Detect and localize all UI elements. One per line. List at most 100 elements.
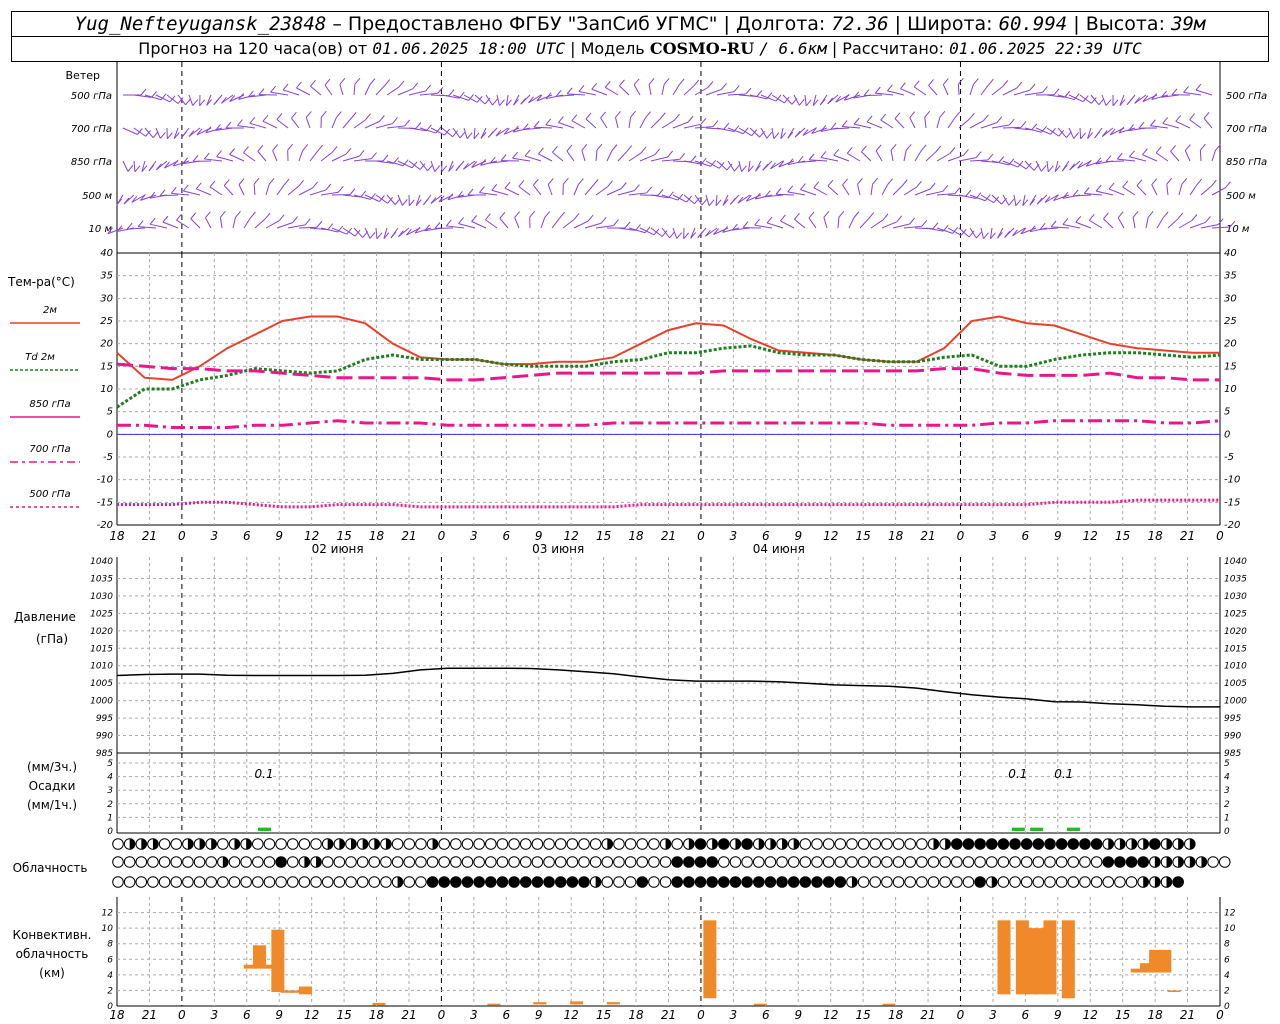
wind-barb-feather	[996, 116, 1003, 124]
temp-tick-label: 20	[100, 339, 113, 350]
x-tick-label: 9	[535, 529, 543, 543]
wind-barb-feather	[1132, 210, 1139, 218]
wind-barb-feather	[635, 224, 641, 231]
wind-barb-feather	[1142, 148, 1148, 155]
wind-barb-feather	[773, 132, 780, 140]
cloud-circle	[1172, 876, 1184, 888]
wind-barb-feather	[349, 188, 356, 195]
wind-barb-feather	[272, 144, 279, 151]
wind-barb-feather	[813, 181, 820, 188]
cloud-circle	[461, 856, 474, 868]
cloud-circle	[415, 856, 427, 868]
cloud-circle	[752, 876, 765, 888]
wind-barb-feather	[1061, 164, 1068, 172]
x-tick-label-bottom: 3	[470, 1008, 478, 1022]
cloud-circle	[135, 856, 148, 868]
wind-barb	[552, 151, 564, 162]
wind-barb-feather	[253, 177, 260, 185]
cloud-half	[316, 856, 322, 868]
wind-barb	[331, 153, 347, 162]
wind-barb	[823, 217, 828, 229]
wind-barb-feather	[1116, 152, 1123, 160]
wind-barb	[298, 226, 317, 229]
cloud-circle	[554, 876, 567, 888]
cloud-circle	[310, 838, 322, 850]
wind-barb-feather	[577, 178, 584, 185]
cloud-circle	[741, 856, 753, 868]
x-tick-label: 3	[211, 529, 219, 543]
wind-barb	[309, 150, 319, 162]
cloud-half	[1143, 838, 1149, 850]
wind-barb	[122, 160, 129, 172]
wind-barb	[648, 84, 652, 96]
cloud-circle	[741, 838, 753, 850]
cloud-circle	[485, 856, 497, 868]
cloud-circle	[857, 838, 870, 850]
wind-barb	[738, 160, 742, 172]
wind-barb-feather	[317, 144, 323, 152]
wind-barb-feather	[982, 114, 989, 122]
wind-barb	[1145, 217, 1149, 229]
wind-barb-feather	[1196, 178, 1203, 186]
wind-barb-feather	[296, 81, 302, 89]
cloud-circle	[916, 876, 928, 888]
wind-barb-feather	[225, 121, 232, 129]
pressure-tick-label-right: 990	[1224, 732, 1241, 742]
wind-barb	[547, 184, 553, 196]
cloud-half	[199, 838, 205, 850]
wind-barb-feather	[633, 78, 640, 86]
wind-barb-feather	[1210, 179, 1217, 187]
wind-barb-feather	[645, 111, 651, 119]
wind-barb	[936, 153, 951, 162]
wind-barb	[375, 194, 388, 204]
wind-barb	[1136, 185, 1147, 196]
wind-level-label-right: 10 м	[1226, 224, 1250, 235]
wind-level-label-right: 500 м	[1226, 191, 1256, 202]
wind-barb-feather	[887, 178, 893, 186]
wind-barb	[581, 150, 586, 162]
conv-axis-label: Конвективн.	[13, 928, 92, 942]
precip-bar	[1066, 827, 1080, 831]
wind-barb-feather	[766, 131, 773, 139]
cloud-circle	[519, 856, 532, 868]
cloud-half	[1154, 876, 1161, 888]
pressure-tick-label-right: 985	[1224, 749, 1241, 759]
cloud-circle	[182, 876, 194, 888]
wind-barb	[870, 219, 884, 229]
wind-barb-feather	[298, 179, 304, 187]
cloud-circle	[589, 838, 602, 850]
wind-barb	[1155, 152, 1169, 162]
cloud-circle	[811, 856, 823, 868]
wind-barb-feather	[1177, 212, 1184, 220]
wind-barb	[991, 85, 1004, 96]
precip-axis-unit: (мм/1ч.)	[27, 798, 77, 812]
pressure-tick-label: 1030	[90, 592, 113, 602]
x-tick-label-bottom: 18	[369, 1008, 385, 1022]
pressure-tick-label-right: 1005	[1224, 679, 1247, 689]
wind-barb	[808, 217, 817, 229]
pressure-tick-label: 1020	[90, 627, 113, 637]
wind-barb-feather	[365, 113, 371, 121]
wind-barb-feather	[573, 213, 580, 220]
cloud-circle	[310, 876, 322, 888]
cloud-circle	[846, 856, 858, 868]
wind-barb-feather	[192, 155, 199, 162]
wind-barb	[485, 94, 493, 106]
wind-barb	[585, 118, 597, 129]
wind-barb	[861, 151, 872, 162]
cloud-circle	[1020, 838, 1033, 850]
wind-barb-feather	[1088, 214, 1095, 221]
wind-barb-feather	[205, 211, 211, 219]
cloud-circle	[298, 838, 311, 850]
wind-barb-feather	[983, 232, 989, 240]
cloud-circle	[718, 876, 730, 888]
cloud-half	[1166, 838, 1172, 850]
wind-barb	[628, 117, 632, 129]
cloud-circle	[158, 838, 171, 850]
cloud-circle	[485, 876, 497, 888]
wind-barb-feather	[1224, 181, 1231, 189]
cloud-circle	[566, 876, 579, 888]
wind-level-label-right: 700 гПа	[1226, 124, 1267, 135]
temp-tick-label-right: 25	[1224, 316, 1237, 327]
wind-barb	[499, 218, 509, 229]
